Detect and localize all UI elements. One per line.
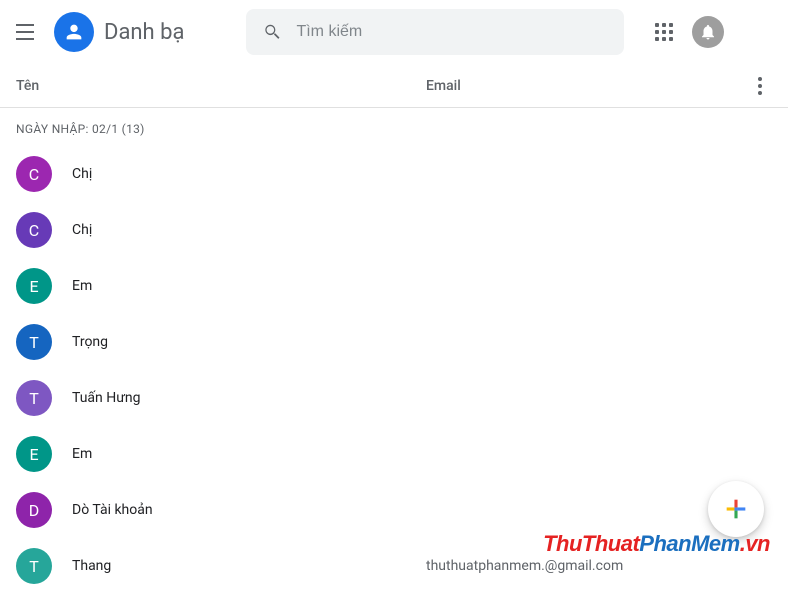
- header-actions: T: [652, 16, 772, 48]
- contact-row[interactable]: C Chị: [0, 146, 788, 202]
- contact-name: Em: [72, 446, 426, 462]
- watermark: ThuThuatPhanMem.vn: [543, 531, 770, 557]
- contact-row[interactable]: E Em: [0, 258, 788, 314]
- contact-list: C Chị C Chị E Em T Trọng T Tuấn Hưng E Em D Dò Tài kh…: [0, 146, 788, 594]
- avatar: T: [16, 548, 52, 584]
- app-header: Danh bạ T: [0, 0, 788, 64]
- app-title: Danh bạ: [104, 20, 184, 45]
- contact-name: Chị: [72, 222, 426, 238]
- avatar: C: [16, 212, 52, 248]
- avatar: T: [16, 324, 52, 360]
- redacted-text: [111, 559, 156, 573]
- contact-name: Em: [72, 278, 426, 294]
- contact-email: thuthuatphanmem.@gmail.com: [426, 558, 623, 574]
- contact-row[interactable]: E Em: [0, 426, 788, 482]
- redacted-text: [92, 223, 132, 237]
- app-logo-title[interactable]: Danh bạ: [54, 12, 184, 52]
- contact-row[interactable]: T Trọng: [0, 314, 788, 370]
- column-name: Tên: [16, 78, 426, 94]
- redacted-text: [108, 335, 163, 349]
- column-headers: Tên Email: [0, 64, 788, 108]
- contact-row[interactable]: D Dò Tài khoản: [0, 482, 788, 538]
- contact-name: Thang: [72, 558, 426, 574]
- column-email: Email: [426, 78, 748, 94]
- avatar: E: [16, 268, 52, 304]
- add-contact-fab[interactable]: [708, 481, 764, 537]
- group-label: NGÀY NHẬP: 02/1 (13): [0, 108, 788, 146]
- menu-icon[interactable]: [16, 20, 40, 44]
- search-box[interactable]: [246, 9, 624, 55]
- notifications-icon[interactable]: [692, 16, 724, 48]
- plus-icon: [722, 495, 750, 523]
- contact-name: Trọng: [72, 334, 426, 350]
- contact-row[interactable]: T Tuấn Hưng: [0, 370, 788, 426]
- contact-row[interactable]: C Chị: [0, 202, 788, 258]
- redacted-text: [92, 279, 132, 293]
- avatar: C: [16, 156, 52, 192]
- avatar: D: [16, 492, 52, 528]
- account-avatar[interactable]: T: [740, 16, 772, 48]
- apps-icon[interactable]: [652, 20, 676, 44]
- avatar: E: [16, 436, 52, 472]
- avatar: T: [16, 380, 52, 416]
- redacted-text: [92, 167, 132, 181]
- more-options-icon[interactable]: [748, 74, 772, 98]
- search-icon: [262, 22, 282, 42]
- contact-name: Dò Tài khoản: [72, 502, 426, 518]
- redacted-text: [92, 447, 132, 461]
- search-input[interactable]: [296, 23, 608, 41]
- contact-name: Chị: [72, 166, 426, 182]
- contacts-logo-icon: [54, 12, 94, 52]
- contact-name: Tuấn Hưng: [72, 390, 426, 406]
